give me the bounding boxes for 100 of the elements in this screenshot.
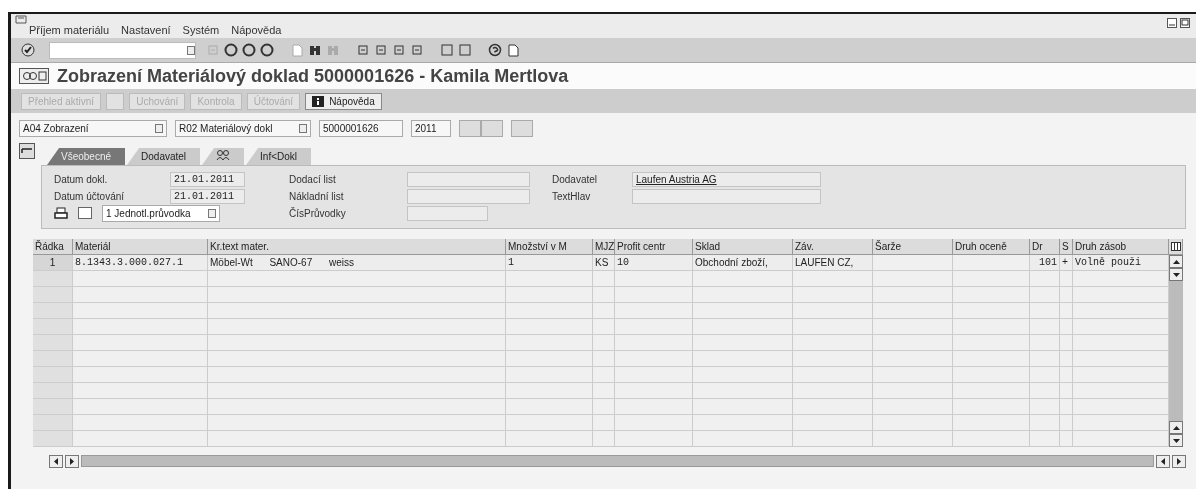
menu-item[interactable]: Nastavení xyxy=(121,24,171,36)
scroll-up-button[interactable] xyxy=(1169,421,1183,434)
document-field[interactable]: 5000001626 xyxy=(319,119,403,137)
table-cell xyxy=(593,431,615,447)
table-cell xyxy=(593,271,615,287)
column-header[interactable]: Kr.text mater. xyxy=(208,239,506,255)
window-menu-icon[interactable] xyxy=(15,15,27,24)
collapse-icon[interactable] xyxy=(19,143,35,159)
table-cell xyxy=(1060,287,1073,303)
table-cell xyxy=(593,415,615,431)
people-icon xyxy=(216,150,231,161)
table-cell xyxy=(593,351,615,367)
help-icon[interactable] xyxy=(488,43,502,57)
help-button[interactable]: Nápověda xyxy=(305,92,382,110)
table-cell xyxy=(1060,399,1073,415)
column-header[interactable]: Profit centr xyxy=(615,239,693,255)
table-cell xyxy=(1060,431,1073,447)
column-header[interactable]: Šarže xyxy=(873,239,953,255)
table-cell: 10 xyxy=(615,255,693,271)
table-cell xyxy=(1030,303,1060,319)
date-field[interactable]: 21.01.2011 xyxy=(170,171,245,187)
field-label: Datum dokl. xyxy=(54,173,109,185)
left-arrow-icon xyxy=(54,457,58,465)
field-label: ČísPrůvodky xyxy=(289,207,347,219)
vendor-link[interactable]: Laufen Austria AG xyxy=(636,173,717,185)
info-icon xyxy=(312,95,325,107)
table-cell xyxy=(593,399,615,415)
table-cell: LAUFEN CZ, xyxy=(793,255,873,271)
hold-button[interactable] xyxy=(481,119,503,137)
tab[interactable] xyxy=(202,148,245,165)
left-arrow-icon xyxy=(1161,457,1165,465)
column-header[interactable]: S xyxy=(1060,239,1073,255)
table-cell xyxy=(1060,415,1073,431)
menu-item[interactable]: Příjem materiálu xyxy=(29,24,110,36)
tab[interactable]: Všeobecné xyxy=(47,148,126,165)
row-number[interactable]: 1 xyxy=(33,255,73,271)
input-field[interactable] xyxy=(407,205,488,221)
column-header[interactable]: Množství v M xyxy=(506,239,593,255)
date-field[interactable]: 21.01.2011 xyxy=(170,188,245,204)
dropdown-icon[interactable] xyxy=(155,123,163,133)
input-field[interactable] xyxy=(407,188,530,204)
input-field[interactable] xyxy=(407,171,530,187)
column-header[interactable]: Sklad xyxy=(693,239,793,255)
field-label: Nákladní list xyxy=(289,190,345,202)
action-select[interactable]: A04 Zobrazení xyxy=(19,119,167,137)
table-cell xyxy=(1030,415,1060,431)
tab[interactable]: Inf<Dokl xyxy=(246,148,312,165)
dropdown-icon[interactable] xyxy=(187,45,195,55)
scroll-down-button[interactable] xyxy=(1169,268,1183,281)
scroll-right-button[interactable] xyxy=(1172,454,1186,468)
command-field[interactable] xyxy=(49,41,196,59)
input-field[interactable] xyxy=(632,188,821,204)
vertical-scrollbar[interactable] xyxy=(1169,255,1183,447)
field-label: Dodací list xyxy=(289,173,337,185)
execute-button[interactable] xyxy=(459,119,481,137)
enter-icon[interactable] xyxy=(21,43,35,57)
settings-button[interactable] xyxy=(511,119,533,137)
maximize-icon[interactable] xyxy=(1180,18,1190,28)
dropdown-icon[interactable] xyxy=(299,123,307,133)
column-settings-icon[interactable] xyxy=(1169,239,1183,255)
year-field[interactable]: 2011 xyxy=(411,119,451,137)
scroll-left-button[interactable] xyxy=(1156,454,1170,468)
column-header[interactable]: Řádka xyxy=(33,239,73,255)
table-cell xyxy=(1060,271,1073,287)
up-arrow-icon xyxy=(1172,425,1180,430)
input-field[interactable]: Laufen Austria AG xyxy=(632,171,821,187)
table-cell xyxy=(1060,351,1073,367)
table-cell xyxy=(1060,319,1073,335)
reference-select[interactable]: R02 Materiálový dokl xyxy=(175,119,311,137)
column-header[interactable]: Materiál xyxy=(73,239,208,255)
tab[interactable]: Dodavatel xyxy=(127,148,201,165)
print-checkbox[interactable] xyxy=(78,207,92,219)
column-header[interactable]: Záv. xyxy=(793,239,873,255)
up-arrow-icon xyxy=(1172,259,1180,264)
scroll-right-button[interactable] xyxy=(65,454,79,468)
horizontal-scrollbar[interactable] xyxy=(81,455,1154,467)
menu-item[interactable]: Systém xyxy=(182,24,220,36)
table-cell xyxy=(1030,431,1060,447)
table-cell xyxy=(593,367,615,383)
table-cell: KS xyxy=(593,255,615,271)
table-cell xyxy=(1030,383,1060,399)
column-header[interactable]: Druh oceně xyxy=(953,239,1030,255)
find-icon[interactable] xyxy=(308,43,322,57)
column-header[interactable]: Druh zásob xyxy=(1073,239,1169,255)
table-cell xyxy=(1030,351,1060,367)
right-arrow-icon xyxy=(70,457,74,465)
menu-item[interactable]: Nápověda xyxy=(231,24,282,36)
table-cell xyxy=(1030,319,1060,335)
screen-title: Zobrazení Materiálový doklad 5000001626 - Kamila Mertlova xyxy=(57,65,569,87)
scroll-up-button[interactable] xyxy=(1169,255,1183,268)
field-label: Datum účtování xyxy=(54,190,126,202)
scroll-down-button[interactable] xyxy=(1169,434,1183,447)
scroll-left-button[interactable] xyxy=(49,454,63,468)
down-arrow-icon xyxy=(1172,272,1180,277)
printer-icon[interactable] xyxy=(54,207,68,219)
column-header[interactable]: MJZ xyxy=(593,239,615,255)
column-header[interactable]: Dr xyxy=(1030,239,1060,255)
minimize-icon[interactable] xyxy=(1167,18,1177,28)
dropdown-icon[interactable] xyxy=(208,208,216,218)
print-option-select[interactable]: 1 Jednotl.průvodka xyxy=(102,204,220,222)
